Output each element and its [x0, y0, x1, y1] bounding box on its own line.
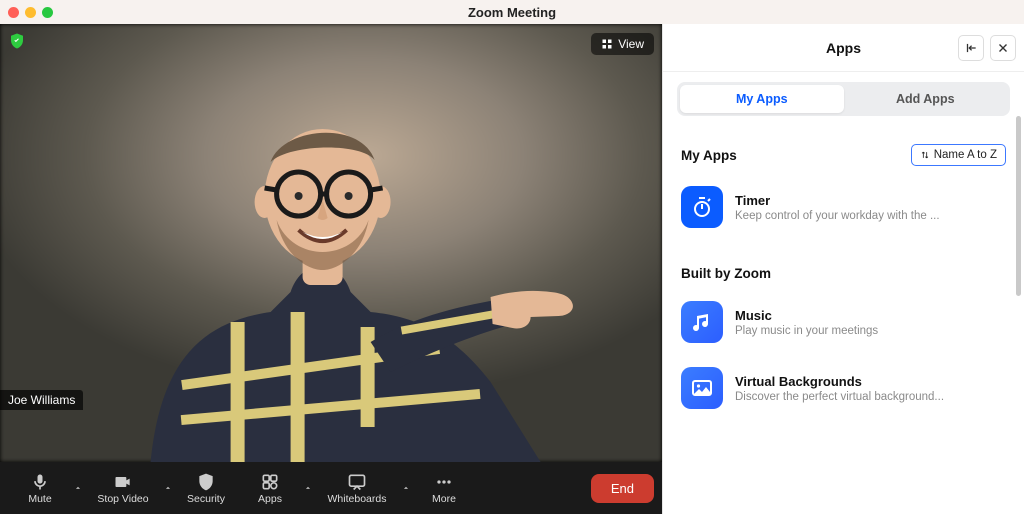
window-title: Zoom Meeting: [468, 5, 556, 20]
video-feed[interactable]: Joe Williams: [0, 24, 662, 462]
app-desc: Keep control of your workday with the ..…: [735, 210, 940, 222]
whiteboard-icon: [347, 472, 367, 492]
apps-button[interactable]: Apps: [238, 462, 302, 514]
app-name: Timer: [735, 193, 940, 208]
music-note-icon: [690, 310, 714, 334]
chevron-up-icon: [73, 483, 83, 493]
app-row-music[interactable]: Music Play music in your meetings: [681, 293, 1006, 359]
view-button[interactable]: View: [591, 33, 654, 55]
chevron-up-icon: [163, 483, 173, 493]
apps-icon: [260, 472, 280, 492]
apps-options-chevron[interactable]: [302, 462, 314, 514]
whiteboards-button[interactable]: Whiteboards: [314, 462, 400, 514]
video-options-chevron[interactable]: [162, 462, 174, 514]
view-label: View: [618, 37, 644, 51]
section-title-my-apps: My Apps: [681, 148, 737, 163]
apps-panel: Apps My Apps Add Apps My Apps Name A to …: [662, 24, 1024, 514]
app-name: Virtual Backgrounds: [735, 374, 944, 389]
collapse-icon: [964, 41, 978, 55]
sort-icon: [920, 150, 930, 160]
stop-video-button[interactable]: Stop Video: [84, 462, 162, 514]
apps-scrollbar[interactable]: [1016, 116, 1021, 514]
app-name: Music: [735, 308, 878, 323]
meeting-toolbar: Mute Stop Video Security Apps: [0, 462, 662, 514]
image-icon: [690, 376, 714, 400]
app-row-timer[interactable]: Timer Keep control of your workday with …: [681, 178, 1006, 244]
chevron-up-icon: [303, 483, 313, 493]
participant-name-tag: Joe Williams: [0, 390, 83, 410]
mute-button[interactable]: Mute: [8, 462, 72, 514]
collapse-panel-button[interactable]: [958, 35, 984, 61]
shield-icon: [196, 472, 216, 492]
close-panel-button[interactable]: [990, 35, 1016, 61]
virtual-backgrounds-app-icon: [681, 367, 723, 409]
tab-add-apps[interactable]: Add Apps: [844, 85, 1008, 113]
app-row-virtual-backgrounds[interactable]: Virtual Backgrounds Discover the perfect…: [681, 359, 1006, 425]
tab-my-apps[interactable]: My Apps: [680, 85, 844, 113]
sort-button[interactable]: Name A to Z: [911, 144, 1006, 166]
security-button[interactable]: Security: [174, 462, 238, 514]
window-fullscreen-button[interactable]: [42, 7, 53, 18]
video-pane: View: [0, 24, 662, 514]
window-minimize-button[interactable]: [25, 7, 36, 18]
apps-tabs: My Apps Add Apps: [677, 82, 1010, 116]
microphone-icon: [30, 472, 50, 492]
mute-options-chevron[interactable]: [72, 462, 84, 514]
titlebar: Zoom Meeting: [0, 0, 1024, 24]
section-title-built-by-zoom: Built by Zoom: [681, 266, 771, 281]
window-close-button[interactable]: [8, 7, 19, 18]
app-desc: Play music in your meetings: [735, 325, 878, 337]
whiteboards-options-chevron[interactable]: [400, 462, 412, 514]
video-camera-icon: [113, 472, 133, 492]
more-button[interactable]: More: [412, 462, 476, 514]
more-icon: [434, 472, 454, 492]
apps-panel-title: Apps: [826, 40, 861, 56]
end-button[interactable]: End: [591, 474, 654, 503]
close-icon: [996, 41, 1010, 55]
chevron-up-icon: [401, 483, 411, 493]
grid-icon: [601, 38, 613, 50]
sort-label: Name A to Z: [934, 149, 997, 161]
encryption-shield-icon[interactable]: [8, 32, 26, 55]
content: View: [0, 24, 1024, 514]
app-desc: Discover the perfect virtual background.…: [735, 391, 944, 403]
stopwatch-icon: [690, 195, 714, 219]
apps-body: My Apps Name A to Z Timer Keep control o…: [663, 116, 1024, 514]
music-app-icon: [681, 301, 723, 343]
participant-video: [61, 42, 581, 462]
apps-panel-header: Apps: [663, 24, 1024, 72]
timer-app-icon: [681, 186, 723, 228]
